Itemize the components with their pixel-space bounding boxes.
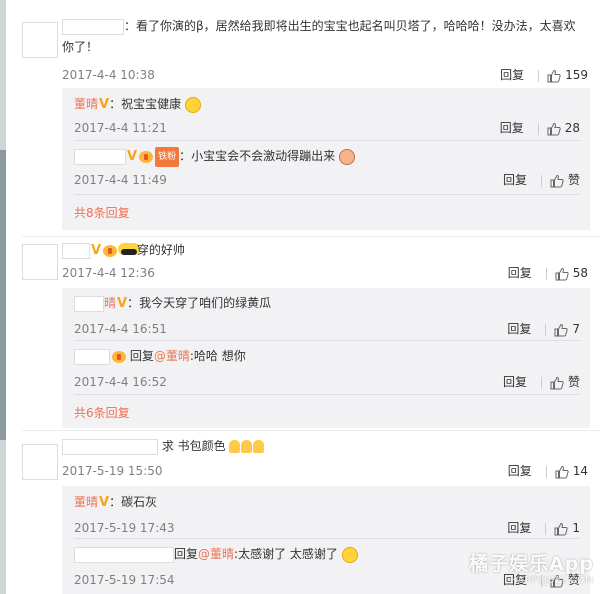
reply-button[interactable]: 回复 [503, 173, 527, 187]
mention-link[interactable]: @董晴 [198, 547, 234, 561]
sunglasses-emoji-icon [120, 248, 137, 255]
reply-button[interactable]: 回复 [500, 68, 524, 82]
reply-text: ：祝宝宝健康 [109, 97, 182, 111]
comment-text-cont: 你了！ [62, 40, 99, 54]
timestamp: 2017-4-4 16:52 [74, 375, 167, 389]
verified-v-icon: V [117, 295, 128, 311]
smile-emoji-icon [184, 96, 201, 113]
avatar[interactable] [22, 22, 58, 58]
timestamp: 2017-5-19 17:43 [74, 521, 175, 535]
comment-text: 求 书包颜色 [161, 439, 226, 453]
avatar[interactable] [22, 444, 58, 480]
thumbs-up-icon[interactable] [547, 122, 561, 136]
reply-button[interactable]: 回复 [507, 322, 531, 336]
reply-item: 回复@董晴:哈哈 想你 2017-4-4 16:52 回复赞 [74, 346, 580, 392]
grin-emoji-icon [341, 546, 358, 563]
reply-text: :哈哈 想你 [189, 349, 246, 363]
reply-username[interactable]: 董晴 [74, 495, 98, 509]
like-label[interactable]: 赞 [568, 375, 580, 389]
comment-meta: 2017-4-4 10:38 回复 159 [62, 65, 588, 85]
thumbs-up-icon[interactable] [555, 465, 569, 479]
reply-prefix: 回复 [174, 547, 199, 561]
reply-text: :太感谢了 太感谢了 [234, 547, 338, 561]
timestamp: 2017-4-4 11:21 [74, 121, 167, 135]
fan-badge: 铁粉 [155, 146, 180, 167]
like-count[interactable]: 1 [572, 521, 580, 535]
watermark-title: 橘子娱乐App [469, 553, 594, 575]
more-replies-link[interactable]: 共6条回复 [74, 404, 130, 421]
username-redacted[interactable] [74, 348, 110, 365]
reply-prefix: 回复 [129, 349, 154, 363]
reply-text: ：我今天穿了咱们的绿黄瓜 [127, 296, 272, 310]
level-icon [112, 350, 126, 363]
username-redacted[interactable] [74, 295, 104, 312]
emoji-icon [338, 148, 355, 165]
comment-text: ：看了你演的β，居然给我即将出生的宝宝也起名叫贝塔了，哈哈哈！没办法，太喜欢 [124, 19, 576, 33]
watermark: 橘子娱乐App HAPPYJUZI.COM [469, 549, 594, 586]
reply-button[interactable]: 回复 [508, 266, 532, 280]
reply-text: ：碳石灰 [109, 495, 158, 509]
comment-text: 穿的好帅 [136, 243, 185, 257]
reply-list: 董晴V：祝宝宝健康 2017-4-4 11:21 回复 28 V 铁粉 ：小宝宝会不会… [62, 88, 590, 230]
reply-item: 董晴V：祝宝宝健康 2017-4-4 11:21 回复 28 [74, 94, 580, 138]
like-count[interactable]: 14 [573, 464, 588, 478]
verified-v-icon: V [127, 148, 138, 164]
reply-text: ：小宝宝会不会激动得蹦出来 [179, 149, 336, 163]
like-label[interactable]: 赞 [568, 173, 580, 187]
mention-link[interactable]: @董晴 [154, 349, 190, 363]
timestamp: 2017-4-4 10:38 [62, 68, 155, 82]
timestamp: 2017-5-19 17:54 [74, 573, 175, 587]
reply-item: 晴V：我今天穿了咱们的绿黄瓜 2017-4-4 16:51 回复 7 [74, 293, 580, 339]
more-replies-link[interactable]: 共8条回复 [74, 204, 130, 221]
thumbs-up-icon[interactable] [550, 174, 564, 188]
username-redacted[interactable] [62, 242, 90, 259]
pray-emoji-icon [229, 439, 265, 453]
thumbs-up-icon[interactable] [547, 69, 561, 83]
verified-v-icon: V [91, 243, 102, 258]
username-redacted[interactable] [74, 546, 174, 563]
verified-v-icon: V [99, 96, 110, 112]
reply-list: 晴V：我今天穿了咱们的绿黄瓜 2017-4-4 16:51 回复 7 回复@董晴:… [62, 288, 590, 428]
reply-button[interactable]: 回复 [508, 464, 532, 478]
reply-item: 董晴V：碳石灰 2017-5-19 17:43 回复 1 [74, 492, 580, 538]
reply-button[interactable]: 回复 [500, 121, 524, 135]
watermark-url: HAPPYJUZI.COM [510, 576, 594, 586]
thumbs-up-icon[interactable] [555, 267, 569, 281]
reply-button[interactable]: 回复 [507, 521, 531, 535]
background-edge [0, 0, 6, 594]
username-redacted[interactable] [62, 18, 124, 35]
level-icon [139, 150, 154, 163]
like-count[interactable]: 7 [572, 322, 580, 336]
level-icon [103, 244, 118, 257]
like-count[interactable]: 58 [573, 266, 588, 280]
username-redacted[interactable] [62, 438, 158, 455]
avatar[interactable] [22, 244, 58, 280]
reply-username[interactable]: 董晴 [74, 97, 98, 111]
thumbs-up-icon[interactable] [554, 522, 568, 536]
thumbs-up-icon[interactable] [550, 376, 564, 390]
timestamp: 2017-4-4 12:36 [62, 266, 155, 280]
username-redacted[interactable] [74, 148, 126, 165]
reply-button[interactable]: 回复 [503, 375, 527, 389]
reply-item: V 铁粉 ：小宝宝会不会激动得蹦出来 2017-4-4 11:49 回复 赞 [74, 146, 580, 190]
timestamp: 2017-4-4 16:51 [74, 322, 167, 336]
thumbs-up-icon[interactable] [554, 323, 568, 337]
like-count[interactable]: 159 [565, 68, 588, 82]
like-count[interactable]: 28 [565, 121, 580, 135]
verified-v-icon: V [99, 494, 110, 510]
reply-username[interactable]: 晴 [104, 296, 116, 310]
timestamp: 2017-5-19 15:50 [62, 464, 163, 478]
timestamp: 2017-4-4 11:49 [74, 173, 167, 187]
